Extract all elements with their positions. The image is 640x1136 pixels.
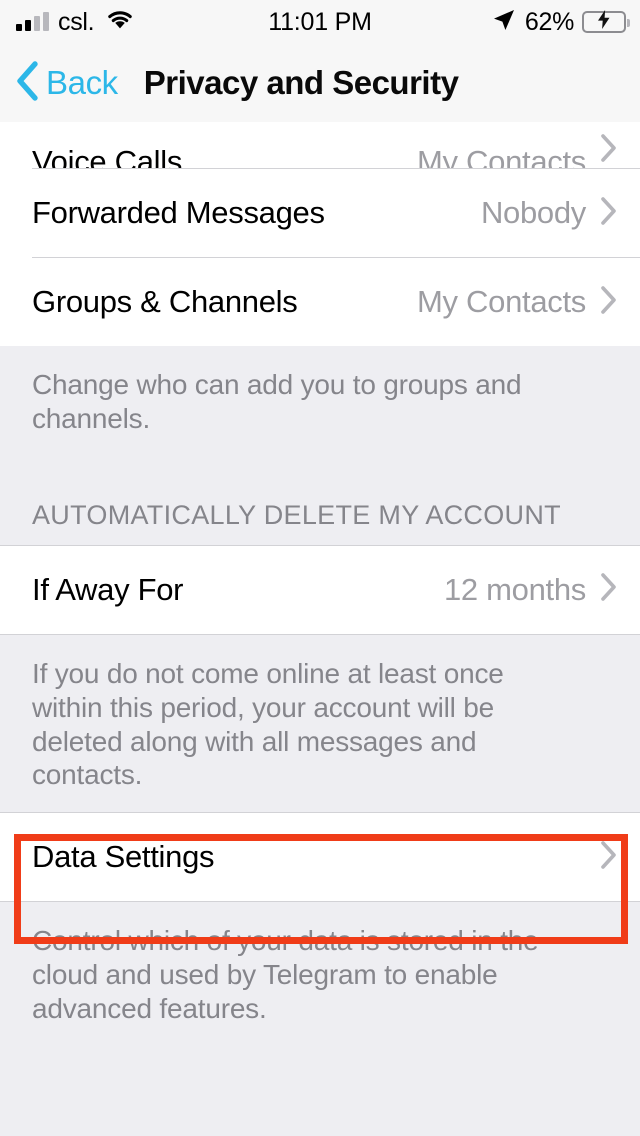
row-forwarded-messages[interactable]: Forwarded Messages Nobody [0, 169, 640, 257]
status-bar-left: csl. [16, 8, 491, 37]
section-auto-delete-account: If Away For 12 months [0, 544, 640, 635]
footnote-auto-delete: If you do not come online at least once … [0, 634, 640, 813]
row-title: Groups & Channels [32, 284, 298, 319]
battery-percent-label: 62% [524, 7, 574, 36]
wifi-icon [105, 9, 135, 36]
chevron-left-icon [14, 60, 40, 107]
back-button[interactable]: Back [14, 60, 118, 107]
row-accessory: Nobody [481, 195, 618, 231]
row-value: 12 months [443, 571, 586, 607]
settings-list[interactable]: Voice Calls My Contacts Forwarded Messag… [0, 122, 640, 1136]
battery-charging-icon [582, 10, 630, 33]
navigation-bar: Back Privacy and Security [0, 44, 640, 122]
row-if-away-for[interactable]: If Away For 12 months [0, 545, 640, 634]
cellular-signal-icon [16, 12, 49, 31]
row-title: If Away For [32, 571, 184, 607]
row-value: Nobody [480, 195, 586, 230]
row-accessory: 12 months [444, 572, 618, 608]
back-button-label: Back [46, 64, 118, 101]
chevron-right-icon [600, 285, 618, 320]
chevron-right-icon [600, 133, 618, 168]
page-title: Privacy and Security [143, 64, 459, 101]
row-value: My Contacts [417, 284, 586, 319]
section-header-auto-delete: AUTOMATICALLY DELETE MY ACCOUNT [0, 455, 640, 545]
row-data-settings[interactable]: Data Settings [0, 813, 640, 902]
row-accessory: My Contacts [417, 284, 618, 320]
footnote-data-settings: Control which of your data is stored in … [0, 902, 640, 1046]
row-title: Forwarded Messages [32, 195, 325, 230]
row-title: Voice Calls [32, 144, 183, 168]
row-title: Data Settings [32, 839, 215, 875]
row-accessory: My Contacts [417, 132, 618, 168]
section-privacy-visibility: Voice Calls My Contacts Forwarded Messag… [0, 122, 640, 346]
row-accessory [600, 840, 618, 875]
phone-screen: csl. 11:01 PM 62% Back Privacy and Secur… [0, 0, 640, 1136]
location-arrow-icon [491, 7, 517, 38]
footnote-groups-and-channels: Change who can add you to groups and cha… [0, 346, 640, 456]
row-groups-and-channels[interactable]: Groups & Channels My Contacts [0, 258, 640, 346]
chevron-right-icon [600, 196, 618, 231]
chevron-right-icon [600, 840, 618, 875]
carrier-label: csl. [58, 7, 95, 36]
status-bar: csl. 11:01 PM 62% [0, 0, 640, 44]
row-voice-calls[interactable]: Voice Calls My Contacts [0, 122, 640, 168]
status-bar-right: 62% [491, 7, 630, 38]
section-data-settings: Data Settings [0, 812, 640, 903]
chevron-right-icon [600, 572, 618, 607]
row-value: My Contacts [417, 144, 586, 168]
